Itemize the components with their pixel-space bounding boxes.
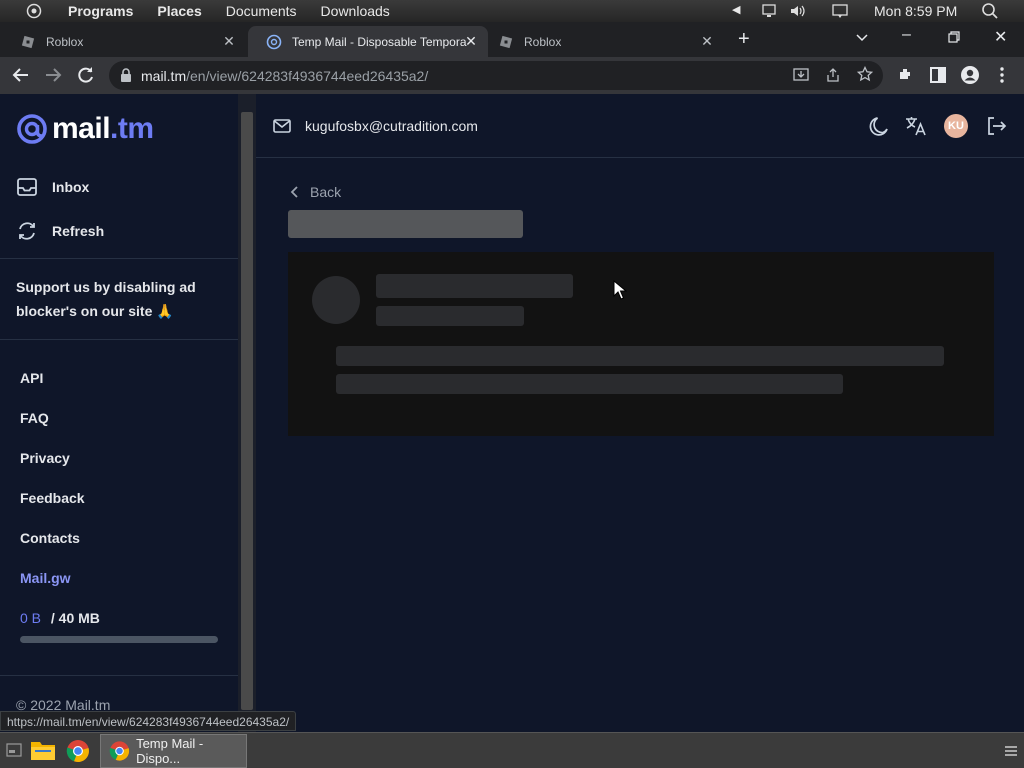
refresh-icon [19,222,35,240]
show-desktop-icon[interactable] [6,743,22,762]
notification-icon[interactable] [831,3,849,22]
link-feedback[interactable]: Feedback [20,490,85,506]
tab-strip: Roblox ✕ Temp Mail - Disposable Tempora … [0,22,1024,57]
inbox-label: Inbox [52,179,90,195]
refresh-label: Refresh [52,223,105,239]
subject-skeleton [288,210,523,238]
sidebar-item-inbox[interactable]: Inbox [16,176,89,198]
network-icon[interactable] [762,3,780,22]
sidebar: mail .tm Inbox Refresh Support us by disa… [0,94,238,732]
extensions-icon[interactable] [897,66,915,89]
back-button[interactable]: Back [290,184,341,200]
link-privacy[interactable]: Privacy [20,450,70,466]
header-divider [256,157,1024,158]
documents-menu[interactable]: Documents [226,3,297,19]
back-label: Back [310,184,342,200]
divider [0,339,238,340]
link-contacts[interactable]: Contacts [20,530,80,546]
close-tab-icon[interactable]: ✕ [700,34,714,48]
brand-name: mail [52,112,111,145]
current-email-address[interactable]: kugufosbx@cutradition.com [305,118,478,134]
minimize-button[interactable]: – [902,26,911,44]
clock[interactable]: Mon 8:59 PM [874,3,957,19]
message-skeleton-card [288,252,994,436]
roblox-favicon-icon [498,34,514,50]
install-app-icon[interactable] [793,67,809,86]
restore-button[interactable] [948,30,960,48]
dark-mode-toggle-icon[interactable] [868,115,890,142]
system-menu-icon[interactable] [26,3,42,19]
user-avatar[interactable]: KU [944,114,968,138]
storage-used: 0 B [20,610,42,626]
url-host: mail.tm [141,67,187,84]
chevron-left-icon [290,186,298,198]
chrome-icon[interactable] [66,739,90,768]
back-arrow-icon[interactable] [12,66,30,89]
new-tab-button[interactable]: + [738,29,750,49]
storage-usage: 0 B / 40 MB [20,610,100,626]
search-icon[interactable] [981,2,999,23]
divider [0,258,238,259]
support-message: Support us by disabling ad blocker's on … [16,279,196,319]
taskbar-window-temp-mail[interactable]: Temp Mail - Dispo... [100,734,247,768]
tab-title: Roblox [46,34,84,49]
mailtm-favicon-icon [266,34,282,50]
logout-icon[interactable] [985,115,1007,142]
lock-icon[interactable] [120,68,132,85]
tab-roblox-1[interactable]: Roblox ✕ [2,26,246,57]
reload-icon[interactable] [77,66,95,89]
close-tab-icon[interactable]: ✕ [464,34,478,48]
link-mail-gw[interactable]: Mail.gw [20,570,71,586]
mailtm-logo[interactable]: mail .tm [16,112,154,146]
share-icon[interactable] [825,67,841,86]
file-manager-icon[interactable] [30,739,56,766]
system-top-panel: Programs Places Documents Downloads ◀ Mo… [0,0,1024,22]
mouse-cursor-icon [613,279,628,305]
side-panel-icon[interactable] [929,66,947,89]
url-path: /en/view/624283f4936744eed26435a2/ [186,67,429,84]
sender-address-skeleton [376,306,524,326]
browser-menu-icon[interactable] [999,66,1005,89]
link-api[interactable]: API [20,370,43,386]
sender-name-skeleton [376,274,573,298]
taskbar: Temp Mail - Dispo... [0,732,1024,768]
address-bar[interactable]: mail.tm/en/view/624283f4936744eed26435a2… [109,61,883,90]
body-line-skeleton [336,346,944,366]
panel-arrow-icon[interactable]: ◀ [732,3,740,16]
taskbar-window-title: Temp Mail - Dispo... [136,736,204,766]
divider [0,675,238,676]
tab-title: Temp Mail - Disposable Tempora [292,34,467,49]
places-menu[interactable]: Places [157,3,201,19]
volume-icon[interactable] [789,3,807,22]
forward-arrow-icon[interactable] [44,66,62,89]
programs-menu[interactable]: Programs [68,3,133,19]
close-window-button[interactable]: ✕ [994,27,1007,47]
profile-icon[interactable] [960,65,980,90]
sender-avatar-skeleton [312,276,360,324]
brand-suffix: .tm [110,112,154,145]
downloads-menu[interactable]: Downloads [321,3,390,19]
tab-search-icon[interactable] [855,30,869,49]
sidebar-item-refresh[interactable]: Refresh [16,220,104,242]
taskbar-menu-icon[interactable] [1004,744,1018,762]
tab-temp-mail[interactable]: Temp Mail - Disposable Tempora ✕ [248,26,488,57]
at-sign-icon [17,114,47,144]
chrome-icon [109,741,130,761]
mail-icon [273,118,291,139]
sidebar-scroll-thumb[interactable] [241,112,253,710]
tab-title: Roblox [524,34,562,49]
status-url-bubble: https://mail.tm/en/view/624283f4936744ee… [0,711,297,731]
inbox-icon [17,178,37,196]
storage-progress-bar [20,636,218,643]
close-tab-icon[interactable]: ✕ [222,34,236,48]
bookmark-star-icon[interactable] [856,65,874,85]
roblox-favicon-icon [20,34,36,50]
body-line-skeleton [336,374,843,394]
link-faq[interactable]: FAQ [20,410,49,426]
storage-total: / 40 MB [50,610,100,626]
browser-toolbar: mail.tm/en/view/624283f4936744eed26435a2… [0,57,1024,94]
tab-roblox-2[interactable]: Roblox ✕ [480,26,724,57]
translate-icon[interactable] [904,115,928,142]
main-content: kugufosbx@cutradition.com KU Back [256,94,1024,732]
